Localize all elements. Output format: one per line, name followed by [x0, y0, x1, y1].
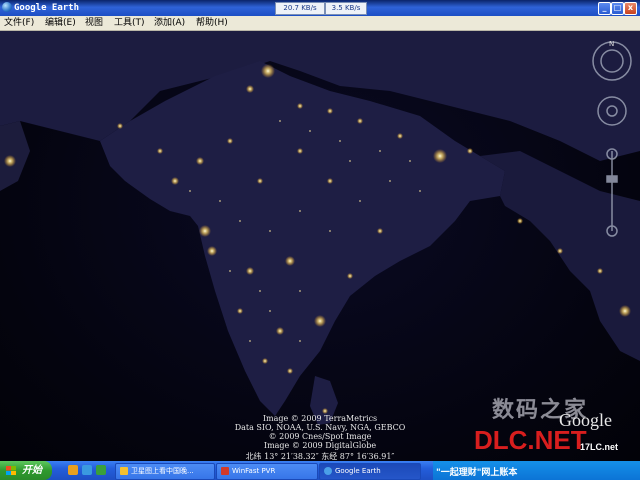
- browser-icon: [120, 467, 128, 475]
- task-winfast-pvr[interactable]: WinFast PVR: [216, 463, 318, 480]
- download-speed: 20.7 KB/s: [275, 2, 325, 15]
- menu-file[interactable]: 文件(F): [4, 16, 34, 30]
- watermark-site: 17LC.net: [580, 442, 619, 452]
- window-title: Google Earth: [14, 3, 80, 13]
- menu-add[interactable]: 添加(A): [154, 16, 185, 30]
- land-west: [0, 121, 30, 191]
- google-earth-task-icon: [324, 467, 332, 475]
- credit-line-1: Image © 2009 TerraMetrics: [262, 414, 378, 423]
- quicklaunch-media-icon[interactable]: [68, 465, 78, 475]
- title-bar[interactable]: Google Earth 20.7 KB/s 3.5 KB/s _ □ x: [0, 0, 640, 16]
- quicklaunch-ie-icon[interactable]: [82, 465, 92, 475]
- start-label: 开始: [22, 465, 42, 476]
- start-button[interactable]: 开始: [0, 461, 52, 480]
- task-browser[interactable]: 卫星图上看中国晚...: [115, 463, 215, 480]
- compass-north: N: [609, 40, 614, 48]
- task-google-earth[interactable]: Google Earth: [319, 463, 421, 480]
- taskbar: 开始 卫星图上看中国晚... WinFast PVR Google Earth: [0, 461, 640, 480]
- close-button[interactable]: x: [624, 2, 637, 15]
- maximize-button[interactable]: □: [611, 2, 624, 15]
- credit-line-4: Image © 2009 DigitalGlobe: [263, 441, 377, 450]
- pvr-icon: [221, 467, 229, 475]
- quicklaunch-desktop-icon[interactable]: [96, 465, 106, 475]
- coordinates-readout: 北纬 13° 21′38.32″ 东经 87° 16′36.91″: [245, 452, 395, 461]
- menu-tools[interactable]: 工具(T): [114, 16, 145, 30]
- tray-text: "一起理财"网上账本: [436, 468, 518, 478]
- upload-speed: 3.5 KB/s: [325, 2, 367, 15]
- menu-bar: 文件(F) 编辑(E) 视图 工具(T) 添加(A) 帮助(H): [0, 16, 640, 31]
- menu-view[interactable]: 视图: [85, 16, 103, 30]
- land-india: [100, 61, 505, 416]
- watermark-logo: DLC.NET: [474, 425, 587, 455]
- menu-help[interactable]: 帮助(H): [196, 16, 228, 30]
- windows-flag-icon: [6, 466, 16, 475]
- menu-edit[interactable]: 编辑(E): [45, 16, 76, 30]
- credit-line-3: © 2009 Cnes/Spot Image: [268, 432, 372, 441]
- credit-line-2: Data SIO, NOAA, U.S. Navy, NGA, GEBCO: [234, 423, 406, 432]
- google-earth-icon: [2, 2, 12, 12]
- minimize-button[interactable]: _: [598, 2, 611, 15]
